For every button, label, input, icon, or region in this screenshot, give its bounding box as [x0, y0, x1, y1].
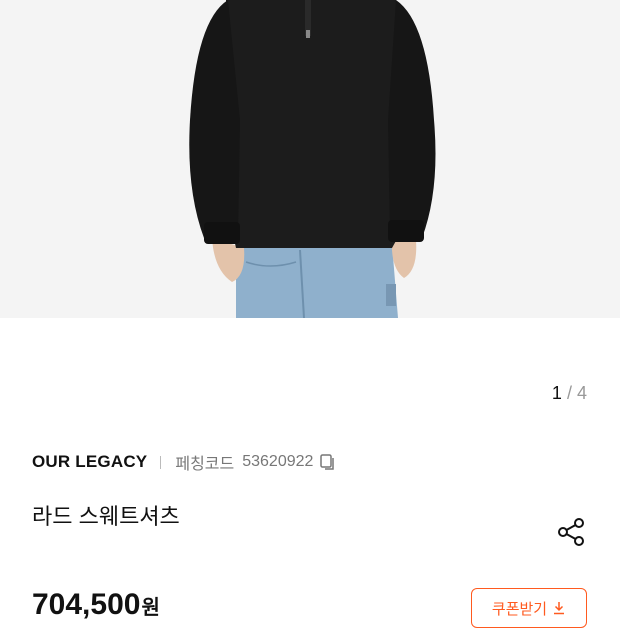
product-image[interactable] [0, 0, 620, 318]
coupon-button[interactable]: 쿠폰받기 [471, 588, 587, 628]
share-icon[interactable] [556, 516, 588, 548]
product-title: 라드 스웨트셔츠 [32, 504, 180, 529]
price-currency: 원 [141, 597, 160, 619]
pager-separator: / [566, 383, 572, 403]
product-code-label: 페칭코드 [175, 456, 235, 473]
coupon-button-label: 쿠폰받기 [491, 600, 548, 618]
pager-total: 4 [576, 383, 587, 403]
brand-row: OUR LEGACY 페칭코드 53620922 [32, 449, 337, 475]
divider [160, 455, 162, 469]
download-icon [554, 602, 565, 615]
product-photo-illustration [0, 0, 620, 318]
copy-icon[interactable] [319, 453, 337, 471]
product-code-value: 53620922 [242, 453, 314, 470]
price-value: 704,500 [32, 588, 141, 621]
price-row: 704,500 원 [32, 588, 160, 622]
image-pager: 1 / 4 [552, 383, 587, 404]
pager-current: 1 [551, 383, 562, 403]
brand-name[interactable]: OUR LEGACY [32, 452, 147, 472]
